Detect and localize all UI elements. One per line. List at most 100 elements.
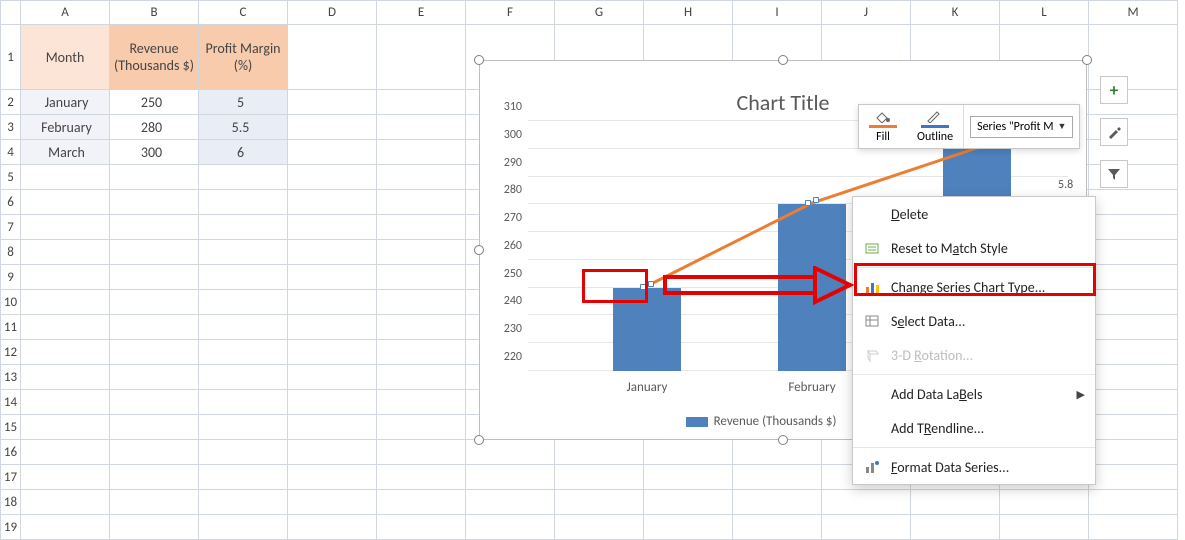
- select-data-icon: [863, 312, 881, 330]
- row-header-11[interactable]: 11: [1, 315, 21, 340]
- col-header-g[interactable]: G: [555, 1, 644, 25]
- funnel-icon: [1106, 166, 1122, 182]
- cell-b4[interactable]: 300: [110, 140, 199, 165]
- row-header-5[interactable]: 5: [1, 165, 21, 190]
- cell-b1[interactable]: Revenue (Thousands $): [110, 25, 199, 90]
- chart-resize-handle[interactable]: [474, 435, 484, 445]
- cell-b2[interactable]: 250: [110, 90, 199, 115]
- legend-item-revenue[interactable]: Revenue (Thousands $): [686, 414, 837, 429]
- col-header-b[interactable]: B: [110, 1, 199, 25]
- select-all-cell[interactable]: [1, 1, 21, 25]
- fill-button[interactable]: Fill: [859, 105, 907, 148]
- cell-d1[interactable]: [288, 25, 377, 90]
- cell-c3[interactable]: 5.5: [199, 115, 288, 140]
- row-header-16[interactable]: 16: [1, 440, 21, 465]
- col-header-l[interactable]: L: [1000, 1, 1089, 25]
- menu-add-trendline[interactable]: Add TRendline...: [853, 411, 1095, 445]
- menu-separator: [853, 447, 1095, 448]
- row-header-1[interactable]: 1: [1, 25, 21, 90]
- cell-c4[interactable]: 6: [199, 140, 288, 165]
- col-header-c[interactable]: C: [199, 1, 288, 25]
- row-header-17[interactable]: 17: [1, 465, 21, 490]
- row-header-15[interactable]: 15: [1, 415, 21, 440]
- row-header-12[interactable]: 12: [1, 340, 21, 365]
- cell-e3[interactable]: [377, 115, 466, 140]
- y-tick: 300: [490, 128, 522, 142]
- row-header-9[interactable]: 9: [1, 265, 21, 290]
- menu-label: Select Data...: [891, 313, 965, 330]
- menu-label: Delete: [891, 206, 928, 223]
- format-icon: [863, 458, 881, 476]
- menu-format-data-series[interactable]: Format Data Series...: [853, 450, 1095, 484]
- row-19[interactable]: 19: [1, 515, 1178, 540]
- menu-separator: [853, 374, 1095, 375]
- series-selector[interactable]: Series "Profit M ▼: [963, 105, 1079, 148]
- col-header-m[interactable]: M: [1089, 1, 1178, 25]
- row-header-4[interactable]: 4: [1, 140, 21, 165]
- cell-e1[interactable]: [377, 25, 466, 90]
- chart-filters-button[interactable]: [1100, 160, 1128, 188]
- col-header-a[interactable]: A: [21, 1, 110, 25]
- col-header-e[interactable]: E: [377, 1, 466, 25]
- row-18[interactable]: 18: [1, 490, 1178, 515]
- y-tick: 220: [490, 350, 522, 364]
- cell-d3[interactable]: [288, 115, 377, 140]
- fill-label: Fill: [876, 130, 890, 144]
- menu-delete[interactable]: Delete: [853, 197, 1095, 231]
- cell-c1[interactable]: Profit Margin (%): [199, 25, 288, 90]
- menu-select-data[interactable]: Select Data...: [853, 304, 1095, 338]
- annotation-highlight-menu-item: [854, 263, 1096, 296]
- legend-swatch-bar: [686, 417, 708, 427]
- menu-label: 3-D Rotation...: [891, 347, 973, 364]
- line-point-february[interactable]: [805, 197, 820, 207]
- chart-resize-handle[interactable]: [474, 55, 484, 65]
- cell-d4[interactable]: [288, 140, 377, 165]
- col-header-j[interactable]: J: [822, 1, 911, 25]
- legend-label: Revenue (Thousands $): [714, 414, 837, 429]
- cell-a3[interactable]: February: [21, 115, 110, 140]
- outline-button[interactable]: Outline: [907, 105, 963, 148]
- y-tick: 270: [490, 211, 522, 225]
- cell-a2[interactable]: January: [21, 90, 110, 115]
- cell-a1[interactable]: Month: [21, 25, 110, 90]
- y-tick: 240: [490, 294, 522, 308]
- annotation-highlight-line-point: [582, 269, 648, 303]
- row-header-3[interactable]: 3: [1, 115, 21, 140]
- cell-d2[interactable]: [288, 90, 377, 115]
- col-header-d[interactable]: D: [288, 1, 377, 25]
- row-header-7[interactable]: 7: [1, 215, 21, 240]
- cell-a4[interactable]: March: [21, 140, 110, 165]
- cell-e4[interactable]: [377, 140, 466, 165]
- chart-elements-button[interactable]: +: [1100, 76, 1128, 104]
- data-label[interactable]: 5.8: [1058, 178, 1073, 192]
- menu-add-data-labels[interactable]: Add Data LaBels ▶: [853, 377, 1095, 411]
- cell-b3[interactable]: 280: [110, 115, 199, 140]
- row-header-13[interactable]: 13: [1, 365, 21, 390]
- row-header-2[interactable]: 2: [1, 90, 21, 115]
- row-header-19[interactable]: 19: [1, 515, 21, 540]
- chart-resize-handle[interactable]: [1082, 55, 1092, 65]
- row-header-10[interactable]: 10: [1, 290, 21, 315]
- series-selector-label: Series "Profit M: [977, 120, 1053, 134]
- cell-c2[interactable]: 5: [199, 90, 288, 115]
- col-header-i[interactable]: I: [733, 1, 822, 25]
- y-tick: 230: [490, 322, 522, 336]
- cell-e2[interactable]: [377, 90, 466, 115]
- brush-icon: [1106, 124, 1122, 140]
- col-header-h[interactable]: H: [644, 1, 733, 25]
- y-tick: 260: [490, 239, 522, 253]
- row-header-8[interactable]: 8: [1, 240, 21, 265]
- y-tick: 250: [490, 267, 522, 281]
- chart-resize-handle[interactable]: [778, 435, 788, 445]
- menu-reset-match-style[interactable]: Reset to Match Style: [853, 231, 1095, 265]
- blank-icon: [863, 205, 881, 223]
- row-header-14[interactable]: 14: [1, 390, 21, 415]
- row-header-18[interactable]: 18: [1, 490, 21, 515]
- chart-resize-handle[interactable]: [778, 55, 788, 65]
- row-header-6[interactable]: 6: [1, 190, 21, 215]
- chart-styles-button[interactable]: [1100, 118, 1128, 146]
- blank-icon: [863, 385, 881, 403]
- col-header-k[interactable]: K: [911, 1, 1000, 25]
- chart-resize-handle[interactable]: [474, 245, 484, 255]
- col-header-f[interactable]: F: [466, 1, 555, 25]
